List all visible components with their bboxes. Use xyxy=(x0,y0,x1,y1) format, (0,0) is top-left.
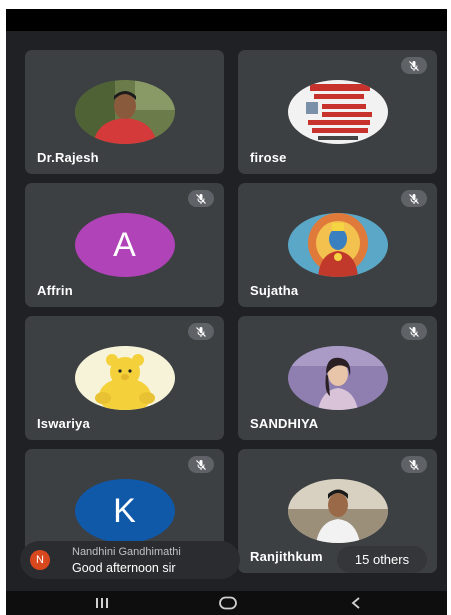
participant-name: Dr.Rajesh xyxy=(37,150,99,165)
avatar xyxy=(287,80,388,144)
chat-message-toast[interactable]: N Nandhini Gandhimathi Good afternoon si… xyxy=(20,541,240,579)
participant-tile-sujatha[interactable]: Sujatha xyxy=(238,183,437,307)
participant-name: firose xyxy=(250,150,287,165)
avatar-letter: K xyxy=(74,479,175,543)
mic-off-icon xyxy=(401,323,427,340)
participant-name: Ranjithkum xyxy=(250,549,323,564)
back-icon[interactable] xyxy=(338,591,374,615)
participant-tile-iswariya[interactable]: Iswariya xyxy=(25,316,224,440)
participant-name: Sujatha xyxy=(250,283,299,298)
avatar xyxy=(287,346,388,410)
mic-off-icon xyxy=(188,456,214,473)
mic-off-icon xyxy=(188,323,214,340)
avatar xyxy=(74,346,175,410)
meeting-screen: Dr.Rajesh firose A Affrin Sujatha Iswari… xyxy=(6,9,447,615)
avatar xyxy=(287,213,388,277)
mic-off-icon xyxy=(401,456,427,473)
participant-tile-dr-rajesh[interactable]: Dr.Rajesh xyxy=(25,50,224,174)
participant-tile-affrin[interactable]: A Affrin xyxy=(25,183,224,307)
home-icon[interactable] xyxy=(210,591,246,615)
recents-icon[interactable] xyxy=(84,591,120,615)
participant-tile-firose[interactable]: firose xyxy=(238,50,437,174)
mic-off-icon xyxy=(401,57,427,74)
others-count-pill[interactable]: 15 others xyxy=(337,546,427,573)
mic-off-icon xyxy=(401,190,427,207)
participant-name: SANDHIYA xyxy=(250,416,319,431)
avatar xyxy=(287,479,388,543)
sender-avatar: N xyxy=(30,550,50,570)
chat-message-text: Good afternoon sir xyxy=(72,561,176,575)
participant-tile-sandhiya[interactable]: SANDHIYA xyxy=(238,316,437,440)
chat-sender-name: Nandhini Gandhimathi xyxy=(72,546,181,558)
avatar xyxy=(74,80,175,144)
participant-name: Iswariya xyxy=(37,416,90,431)
mic-off-icon xyxy=(188,190,214,207)
avatar-letter: A xyxy=(74,213,175,277)
android-nav-bar xyxy=(6,591,447,615)
participant-name: Affrin xyxy=(37,283,73,298)
status-bar xyxy=(6,9,447,31)
